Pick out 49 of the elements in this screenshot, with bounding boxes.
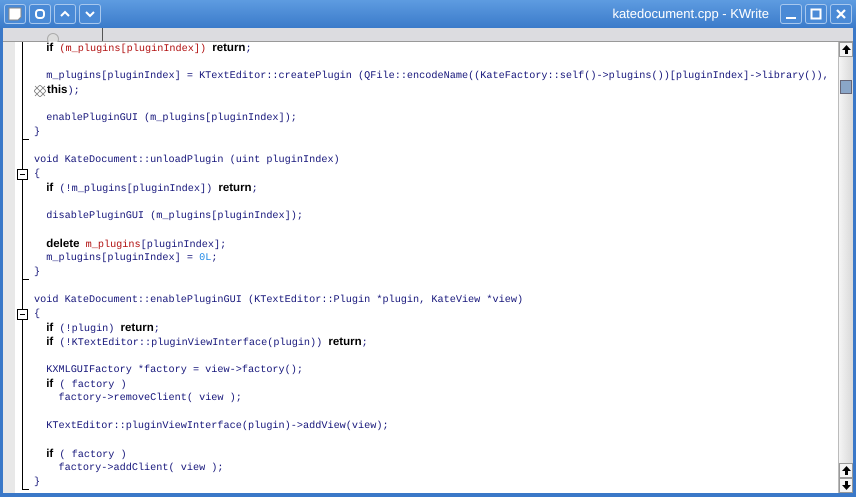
caret-down-icon: [85, 10, 95, 18]
code-line: KTextEditor::pluginViewInterface(plugin)->addView(view);: [45, 420, 389, 434]
sticky-button[interactable]: [29, 4, 51, 24]
fold-toggle-icon[interactable]: [17, 309, 28, 320]
scrollbar[interactable]: [838, 42, 853, 493]
code-line: factory->addClient( view );: [57, 462, 224, 476]
window-menu-button[interactable]: [4, 4, 26, 24]
keep-above-button[interactable]: [54, 4, 76, 24]
code-line: }: [34, 266, 40, 280]
code-line: {: [34, 168, 40, 182]
code-line: void KateDocument::unloadPlugin (uint pluginIndex): [34, 154, 340, 168]
code-line: if (m_plugins[pluginIndex]) return;: [45, 42, 252, 57]
window-title: katedocument.cpp - KWrite: [612, 5, 769, 24]
code-line: void KateDocument::enablePluginGUI (KTextEditor::Plugin *plugin, KateView *view): [34, 294, 524, 308]
code-line: delete m_plugins[pluginIndex];: [45, 237, 226, 252]
code-line: if (!m_plugins[pluginIndex]) return;: [45, 181, 258, 197]
code-line: if (!plugin) return;: [45, 321, 160, 336]
minimize-icon: [786, 17, 796, 19]
scroll-up-button[interactable]: [839, 42, 853, 57]
caret-up-icon: [60, 10, 70, 18]
code-line: if (!KTextEditor::pluginViewInterface(plugin)) return;: [45, 335, 368, 351]
code-line: m_plugins[pluginIndex] = KTextEditor::createPlugin (QFile::encodeName((KateFactory::self()->plugins())[pluginIndex]->library()),: [45, 70, 829, 84]
arrow-up-icon: [842, 45, 850, 54]
code-line: }: [34, 476, 40, 490]
close-icon: [835, 8, 847, 20]
arrow-down-icon: [842, 481, 850, 490]
fold-toggle-icon[interactable]: [17, 169, 28, 180]
scrollbar-thumb[interactable]: [840, 80, 852, 94]
minimize-button[interactable]: [780, 4, 802, 24]
page-icon: [8, 7, 22, 21]
editor-pane[interactable]: [3, 42, 838, 493]
scroll-up-button[interactable]: [839, 463, 853, 478]
code-line: if ( factory ): [45, 447, 127, 462]
code-line: disablePluginGUI (m_plugins[pluginIndex]);: [45, 210, 304, 224]
ring-icon: [34, 8, 46, 20]
maximize-icon: [810, 8, 822, 20]
scroll-down-button[interactable]: [839, 478, 853, 493]
code-line: {: [34, 308, 40, 322]
maximize-button[interactable]: [805, 4, 827, 24]
code-line: factory->removeClient( view );: [57, 392, 242, 406]
close-button[interactable]: [830, 4, 852, 24]
code-line: enablePluginGUI (m_plugins[pluginIndex]);: [45, 112, 297, 126]
code-line: }: [34, 126, 40, 140]
code-line: KXMLGUIFactory *factory = view->factory();: [45, 364, 304, 378]
code-line: this);: [47, 83, 80, 99]
keep-below-button[interactable]: [79, 4, 101, 24]
code-line: m_plugins[pluginIndex] = 0L;: [45, 252, 218, 266]
code-line: if ( factory ): [45, 377, 127, 392]
arrow-up-icon: [842, 466, 850, 475]
